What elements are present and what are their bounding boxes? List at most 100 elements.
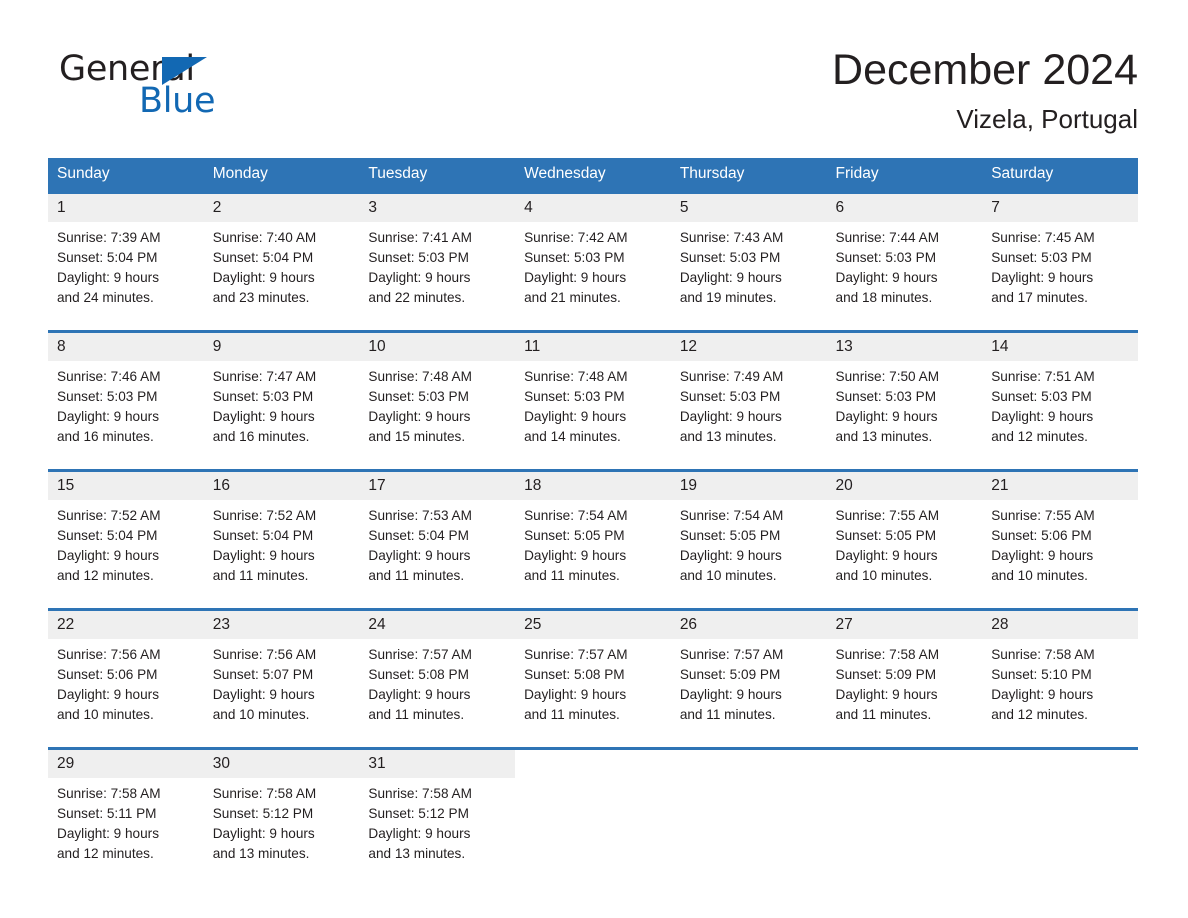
daylight-text-line1: Daylight: 9 hours	[835, 548, 938, 563]
day-number[interactable]: 17	[359, 472, 516, 500]
daylight-text-line1: Daylight: 9 hours	[679, 548, 782, 563]
sunrise-text: Sunrise: 7:46 AM	[57, 369, 161, 384]
day-number[interactable]: 27	[826, 611, 983, 639]
sunset-text: Sunset: 5:08 PM	[368, 667, 469, 682]
sunrise-text: Sunrise: 7:52 AM	[212, 508, 317, 523]
day-number[interactable]: 20	[826, 472, 983, 500]
day-info-cell: Sunrise: 7:55 AM Sunset: 5:06 PM Daylight:…	[982, 500, 1138, 594]
daylight-text-line2: and 10 minutes.	[991, 568, 1088, 583]
sunset-text: Sunset: 5:09 PM	[835, 667, 937, 682]
day-info-cell: Sunrise: 7:55 AM Sunset: 5:05 PM Daylight:…	[826, 500, 983, 594]
day-info-empty	[982, 778, 1138, 872]
day-number[interactable]: 21	[982, 472, 1138, 500]
day-number[interactable]: 24	[359, 611, 516, 639]
sunset-text: Sunset: 5:03 PM	[679, 250, 781, 265]
weekday-header-monday: Monday	[203, 158, 360, 191]
calendar-page: General Blue December 2024 Vizela, Portu…	[0, 0, 1188, 918]
daylight-text-line1: Daylight: 9 hours	[368, 270, 471, 285]
day-number[interactable]: 6	[826, 194, 983, 222]
logo-text-blue: Blue	[139, 81, 216, 121]
daylight-text-line1: Daylight: 9 hours	[679, 687, 782, 702]
day-info-cell: Sunrise: 7:43 AM Sunset: 5:03 PM Daylight:…	[670, 222, 827, 316]
sunset-text: Sunset: 5:05 PM	[679, 528, 781, 543]
sunrise-text: Sunrise: 7:45 AM	[991, 230, 1095, 245]
day-number[interactable]: 25	[515, 611, 671, 639]
day-number[interactable]: 9	[203, 333, 360, 361]
week-gap	[48, 316, 1138, 330]
sunset-text: Sunset: 5:11 PM	[57, 806, 157, 821]
day-number[interactable]: 14	[982, 333, 1138, 361]
week-gap	[48, 455, 1138, 469]
sunrise-text: Sunrise: 7:52 AM	[57, 508, 161, 523]
day-number[interactable]: 30	[203, 750, 360, 778]
day-number[interactable]: 10	[359, 333, 516, 361]
day-info-cell: Sunrise: 7:48 AM Sunset: 5:03 PM Daylight:…	[515, 361, 671, 455]
day-number[interactable]: 7	[982, 194, 1138, 222]
day-info-cell: Sunrise: 7:39 AM Sunset: 5:04 PM Daylight:…	[48, 222, 204, 316]
day-number[interactable]: 29	[48, 750, 204, 778]
sunset-text: Sunset: 5:03 PM	[212, 389, 314, 404]
sunset-text: Sunset: 5:03 PM	[368, 250, 469, 265]
daylight-text-line1: Daylight: 9 hours	[212, 687, 315, 702]
day-number-empty	[515, 750, 671, 778]
day-number[interactable]: 8	[48, 333, 204, 361]
day-number[interactable]: 22	[48, 611, 204, 639]
day-info-cell: Sunrise: 7:57 AM Sunset: 5:08 PM Daylight:…	[359, 639, 516, 733]
daylight-text-line1: Daylight: 9 hours	[991, 548, 1094, 563]
daylight-text-line2: and 11 minutes.	[212, 568, 309, 583]
daylight-text-line1: Daylight: 9 hours	[991, 270, 1094, 285]
sunrise-text: Sunrise: 7:55 AM	[835, 508, 940, 523]
day-number[interactable]: 16	[203, 472, 360, 500]
sunrise-text: Sunrise: 7:54 AM	[524, 508, 628, 523]
day-info-cell: Sunrise: 7:45 AM Sunset: 5:03 PM Daylight:…	[982, 222, 1138, 316]
day-number[interactable]: 23	[203, 611, 360, 639]
sunset-text: Sunset: 5:04 PM	[212, 250, 314, 265]
daylight-text-line1: Daylight: 9 hours	[368, 687, 471, 702]
day-number[interactable]: 31	[359, 750, 516, 778]
day-number[interactable]: 12	[670, 333, 827, 361]
daylight-text-line1: Daylight: 9 hours	[991, 409, 1094, 424]
daylight-text-line1: Daylight: 9 hours	[57, 826, 160, 841]
day-info-cell: Sunrise: 7:57 AM Sunset: 5:09 PM Daylight:…	[670, 639, 827, 733]
sunset-text: Sunset: 5:04 PM	[212, 528, 314, 543]
sunset-text: Sunset: 5:03 PM	[524, 389, 625, 404]
day-number[interactable]: 13	[826, 333, 983, 361]
sunrise-text: Sunrise: 7:56 AM	[57, 647, 161, 662]
sunset-text: Sunset: 5:03 PM	[368, 389, 469, 404]
day-number[interactable]: 11	[515, 333, 671, 361]
day-number[interactable]: 1	[48, 194, 204, 222]
daylight-text-line2: and 12 minutes.	[57, 846, 154, 861]
day-info-cell: Sunrise: 7:44 AM Sunset: 5:03 PM Daylight:…	[826, 222, 983, 316]
day-info-cell: Sunrise: 7:52 AM Sunset: 5:04 PM Daylight:…	[48, 500, 204, 594]
day-info-cell: Sunrise: 7:58 AM Sunset: 5:10 PM Daylight:…	[982, 639, 1138, 733]
daylight-text-line1: Daylight: 9 hours	[212, 548, 315, 563]
day-number[interactable]: 26	[670, 611, 827, 639]
day-number[interactable]: 3	[359, 194, 516, 222]
day-info-empty	[670, 778, 827, 872]
day-info-cell: Sunrise: 7:42 AM Sunset: 5:03 PM Daylight:…	[515, 222, 671, 316]
day-number[interactable]: 2	[203, 194, 360, 222]
daylight-text-line1: Daylight: 9 hours	[524, 270, 627, 285]
daylight-text-line2: and 17 minutes.	[991, 290, 1088, 305]
daylight-text-line2: and 12 minutes.	[57, 568, 154, 583]
day-number[interactable]: 19	[670, 472, 827, 500]
sunrise-text: Sunrise: 7:42 AM	[524, 230, 628, 245]
daylight-text-line2: and 13 minutes.	[368, 846, 466, 861]
day-number[interactable]: 28	[982, 611, 1138, 639]
day-number-row: 1234567	[48, 194, 1138, 222]
day-number[interactable]: 18	[515, 472, 671, 500]
daylight-text-line1: Daylight: 9 hours	[679, 409, 782, 424]
sunset-text: Sunset: 5:06 PM	[57, 667, 158, 682]
day-number[interactable]: 4	[515, 194, 671, 222]
sunset-text: Sunset: 5:09 PM	[679, 667, 781, 682]
day-number[interactable]: 5	[670, 194, 827, 222]
daylight-text-line2: and 12 minutes.	[991, 429, 1088, 444]
day-number[interactable]: 15	[48, 472, 204, 500]
day-info-cell: Sunrise: 7:53 AM Sunset: 5:04 PM Daylight:…	[359, 500, 516, 594]
daylight-text-line2: and 10 minutes.	[679, 568, 777, 583]
day-number-row: 15 16 17 18 19 20 21	[48, 472, 1138, 500]
day-info-cell: Sunrise: 7:58 AM Sunset: 5:09 PM Daylight:…	[826, 639, 983, 733]
daylight-text-line2: and 11 minutes.	[368, 568, 465, 583]
day-number-row: 22 23 24 25 26 27 28	[48, 611, 1138, 639]
sunrise-text: Sunrise: 7:44 AM	[835, 230, 940, 245]
